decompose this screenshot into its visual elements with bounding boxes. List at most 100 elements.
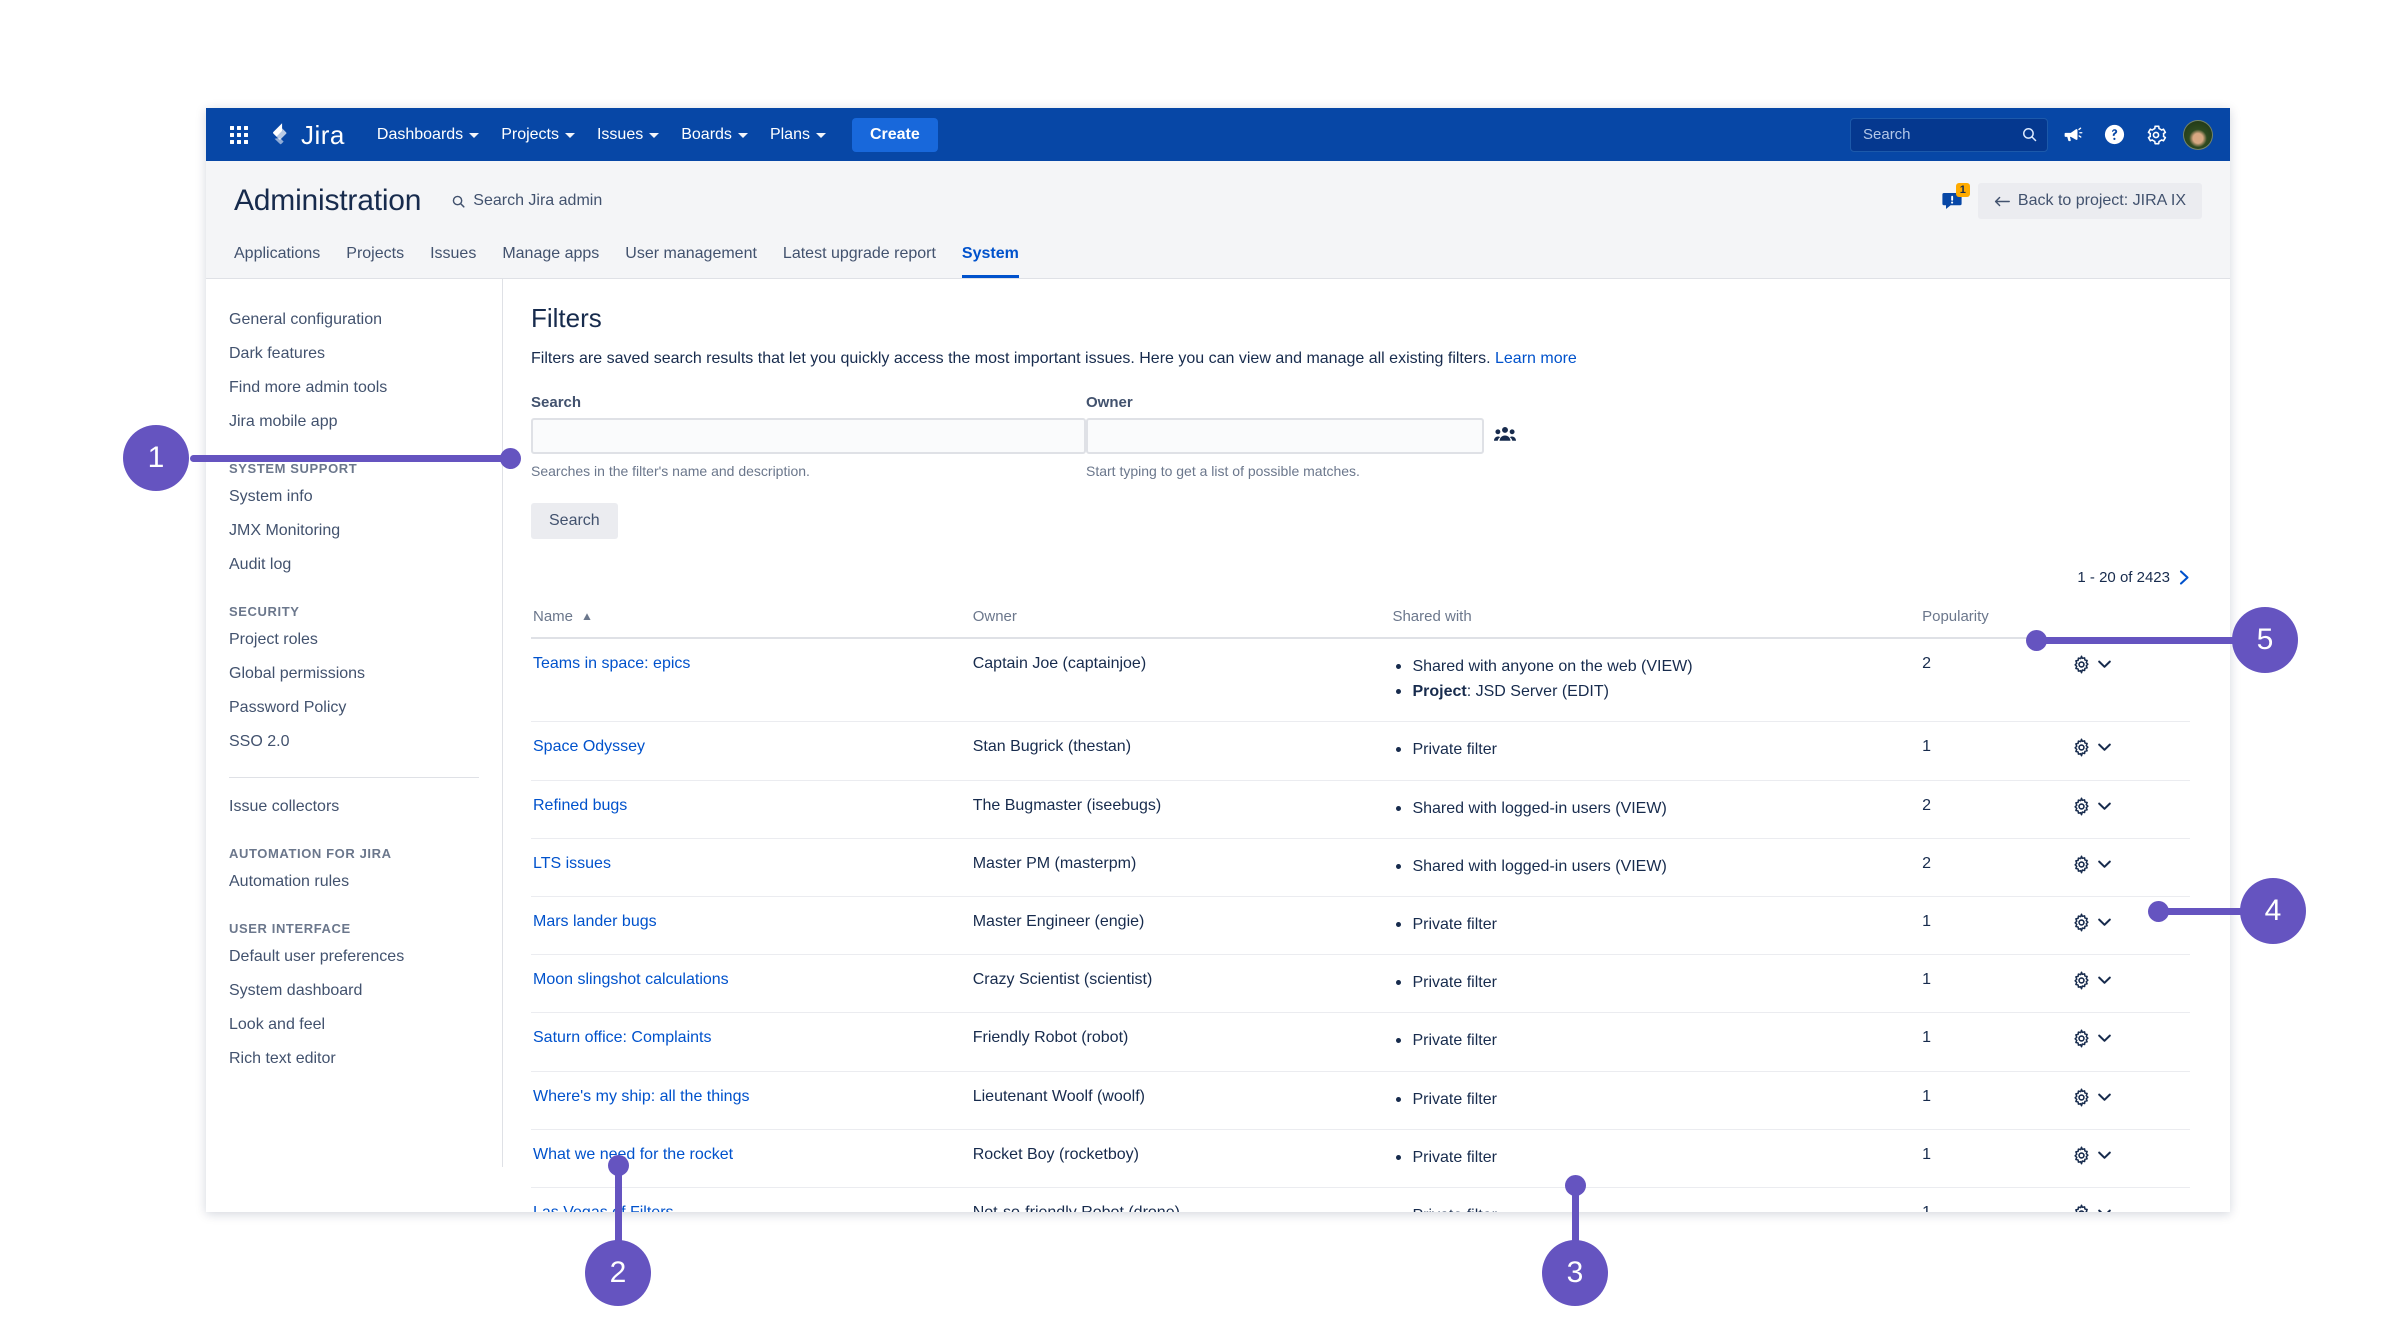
- sidebar-item-default-user-preferences[interactable]: Default user preferences: [229, 940, 502, 974]
- jira-home-link[interactable]: Jira: [270, 122, 345, 148]
- column-header-name[interactable]: Name: [531, 598, 971, 639]
- owner-input[interactable]: [1086, 418, 1484, 454]
- sidebar-item-jmx-monitoring[interactable]: JMX Monitoring: [229, 514, 502, 548]
- search-input[interactable]: [531, 418, 1086, 454]
- callout-leader-5: [2033, 637, 2243, 644]
- settings-button[interactable]: [2138, 117, 2174, 153]
- row-actions-button[interactable]: [2072, 655, 2111, 674]
- feedback-button[interactable]: 1: [1940, 183, 1970, 213]
- create-button[interactable]: Create: [851, 117, 938, 152]
- sidebar-item-dark-features[interactable]: Dark features: [229, 337, 502, 371]
- sidebar-item-system-info[interactable]: System info: [229, 480, 502, 514]
- global-search-input[interactable]: Search: [1850, 117, 2048, 152]
- pagination-range: 1 - 20 of 2423: [2077, 569, 2170, 586]
- table-row: Where's my ship: all the things Lieutenan…: [531, 1071, 2190, 1130]
- shared-with-entry: Private filter: [1392, 738, 1912, 761]
- column-header-shared-with[interactable]: Shared with: [1390, 598, 1921, 639]
- row-actions-button[interactable]: [2072, 1088, 2111, 1107]
- chevron-down-icon: [649, 133, 660, 138]
- admin-sidebar: General configuration Dark features Find…: [206, 279, 503, 1167]
- nav-item-boards[interactable]: Boards: [671, 119, 758, 151]
- row-actions-button[interactable]: [2072, 1029, 2111, 1048]
- sidebar-item-rich-text-editor[interactable]: Rich text editor: [229, 1042, 502, 1076]
- table-row: What we need for the rocket Rocket Boy (r…: [531, 1129, 2190, 1188]
- filters-table-body: Teams in space: epics Captain Joe (captai…: [531, 638, 2190, 1212]
- filter-name-link[interactable]: What we need for the rocket: [533, 1146, 733, 1163]
- sidebar-item-system-dashboard[interactable]: System dashboard: [229, 974, 502, 1008]
- app-switcher-button[interactable]: [222, 118, 256, 152]
- filter-name-link[interactable]: Saturn office: Complaints: [533, 1029, 711, 1046]
- filter-name-link[interactable]: Where's my ship: all the things: [533, 1088, 749, 1105]
- gear-icon: [2074, 738, 2089, 757]
- sidebar-item-project-roles[interactable]: Project roles: [229, 623, 502, 657]
- row-actions-button[interactable]: [2072, 855, 2111, 874]
- profile-button[interactable]: [2180, 117, 2216, 153]
- sidebar-item-global-permissions[interactable]: Global permissions: [229, 657, 502, 691]
- cell-popularity: 1: [1920, 1071, 2071, 1130]
- row-actions-button[interactable]: [2072, 971, 2111, 990]
- tab-latest-upgrade-report[interactable]: Latest upgrade report: [783, 245, 936, 278]
- callout-marker-4: 4: [2240, 878, 2306, 944]
- row-actions-button[interactable]: [2072, 913, 2111, 932]
- back-to-project-button[interactable]: Back to project: JIRA IX: [1977, 183, 2202, 219]
- row-actions-button[interactable]: [2072, 738, 2111, 757]
- filter-name-link[interactable]: Teams in space: epics: [533, 655, 690, 672]
- filter-name-link[interactable]: Refined bugs: [533, 797, 627, 814]
- sidebar-item-password-policy[interactable]: Password Policy: [229, 691, 502, 725]
- cell-shared-with: Private filter: [1390, 1187, 1921, 1212]
- search-button[interactable]: Search: [531, 503, 618, 539]
- sidebar-item-jira-mobile-app[interactable]: Jira mobile app: [229, 405, 502, 439]
- nav-item-projects[interactable]: Projects: [491, 119, 585, 151]
- tab-applications[interactable]: Applications: [234, 245, 320, 278]
- tab-manage-apps[interactable]: Manage apps: [502, 245, 599, 278]
- search-icon: [453, 195, 465, 208]
- user-group-picker-icon[interactable]: [1494, 425, 1516, 448]
- cell-actions: [2070, 1187, 2190, 1212]
- nav-item-label: Plans: [769, 125, 810, 143]
- nav-item-dashboards[interactable]: Dashboards: [367, 119, 489, 151]
- sidebar-item-issue-collectors[interactable]: Issue collectors: [229, 790, 502, 824]
- sidebar-item-sso[interactable]: SSO 2.0: [229, 725, 502, 759]
- announcements-button[interactable]: [2054, 117, 2090, 153]
- gear-icon: [2074, 913, 2089, 932]
- row-actions-button[interactable]: [2072, 1146, 2111, 1165]
- nav-item-issues[interactable]: Issues: [587, 119, 669, 151]
- tab-projects[interactable]: Projects: [346, 245, 404, 278]
- filter-name-link[interactable]: Space Odyssey: [533, 738, 645, 755]
- callout-marker-1: 1: [123, 425, 189, 491]
- global-navigation-bar: Jira Dashboards Projects Issues Boards P…: [206, 108, 2230, 161]
- filter-name-link[interactable]: LTS issues: [533, 855, 611, 872]
- chevron-down-icon: [469, 133, 480, 138]
- admin-search-link[interactable]: Search Jira admin: [451, 192, 602, 210]
- column-header-owner[interactable]: Owner: [970, 598, 1391, 639]
- row-actions-button[interactable]: [2072, 797, 2111, 816]
- search-icon: [2023, 128, 2037, 142]
- filter-name-link[interactable]: Mars lander bugs: [533, 913, 657, 930]
- cell-actions: [2070, 1012, 2190, 1072]
- chevron-down-icon: [2098, 743, 2111, 752]
- sidebar-item-general-configuration[interactable]: General configuration: [229, 303, 502, 337]
- chevron-down-icon: [2098, 860, 2111, 868]
- column-header-popularity[interactable]: Popularity: [1920, 598, 2071, 639]
- admin-body: General configuration Dark features Find…: [206, 279, 2230, 1212]
- nav-item-label: Dashboards: [376, 125, 464, 143]
- learn-more-link[interactable]: Learn more: [1495, 350, 1577, 367]
- sidebar-item-audit-log[interactable]: Audit log: [229, 548, 502, 582]
- global-nav-right-actions: Search: [1850, 117, 2216, 153]
- tab-system[interactable]: System: [961, 245, 1019, 278]
- filter-name-link[interactable]: Las Vegas of Filters: [533, 1204, 674, 1212]
- tab-user-management[interactable]: User management: [625, 245, 757, 278]
- sidebar-item-look-and-feel[interactable]: Look and feel: [229, 1008, 502, 1042]
- row-actions-button[interactable]: [2072, 1204, 2111, 1212]
- pagination-next-button[interactable]: [2179, 570, 2190, 585]
- filter-name-link[interactable]: Moon slingshot calculations: [533, 971, 729, 988]
- tab-issues[interactable]: Issues: [430, 245, 476, 278]
- sidebar-item-automation-rules[interactable]: Automation rules: [229, 865, 502, 899]
- shared-with-entry: Shared with logged-in users (VIEW): [1392, 797, 1912, 820]
- cell-actions: [2070, 721, 2190, 781]
- nav-item-label: Issues: [596, 125, 644, 143]
- nav-item-plans[interactable]: Plans: [760, 119, 836, 151]
- arrow-left-icon: [1994, 196, 2010, 206]
- help-button[interactable]: [2096, 117, 2132, 153]
- sidebar-item-find-more-admin-tools[interactable]: Find more admin tools: [229, 371, 502, 405]
